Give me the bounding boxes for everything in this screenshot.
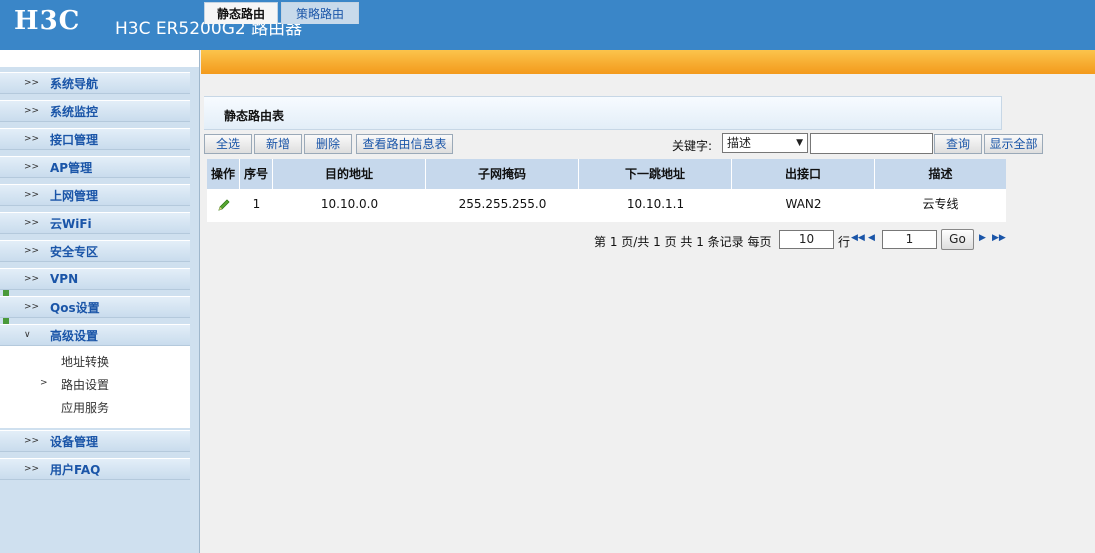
expand-arrow-icon: >> bbox=[24, 436, 40, 446]
expand-arrow-icon: >> bbox=[24, 162, 40, 172]
expand-arrow-icon: >> bbox=[24, 274, 40, 284]
sidebar-item-label: Qos设置 bbox=[50, 300, 100, 315]
add-button[interactable]: 新增 bbox=[254, 134, 302, 154]
keyword-label: 关键字: bbox=[672, 139, 713, 153]
sidebar-item-label: AP管理 bbox=[50, 160, 93, 175]
table-header: 下一跳地址 bbox=[579, 159, 732, 189]
table-header: 操作 bbox=[207, 159, 240, 189]
next-page-icon[interactable]: ▶ bbox=[979, 233, 986, 243]
collapse-arrow-icon: ∨ bbox=[24, 330, 31, 340]
sidebar-item-label: 高级设置 bbox=[50, 328, 99, 343]
sidebar-item-cloud-wifi[interactable]: >> 云WiFi bbox=[0, 212, 190, 234]
pencil-edit-icon[interactable] bbox=[217, 198, 231, 212]
show-all-button[interactable]: 显示全部 bbox=[984, 134, 1043, 154]
next-hop: 10.10.1.1 bbox=[626, 197, 685, 211]
sidebar-subitem-route[interactable]: 路由设置 bbox=[61, 376, 109, 393]
current-item-arrow-icon: > bbox=[40, 378, 48, 388]
expand-arrow-icon: >> bbox=[24, 246, 40, 256]
page-number-input[interactable]: 1 bbox=[882, 230, 937, 249]
keyword-input[interactable] bbox=[810, 133, 933, 154]
table-header: 序号 bbox=[240, 159, 273, 189]
sidebar-item-qos[interactable]: >> Qos设置 bbox=[0, 296, 190, 318]
sidebar-item-label: 用户FAQ bbox=[50, 462, 101, 477]
expand-arrow-icon: >> bbox=[24, 106, 40, 116]
tab-policy-route[interactable]: 策略路由 bbox=[281, 2, 359, 24]
table-header: 出接口 bbox=[732, 159, 875, 189]
tab-bar bbox=[201, 50, 1095, 74]
sidebar-item-ap[interactable]: >> AP管理 bbox=[0, 156, 190, 178]
out-interface: WAN2 bbox=[785, 197, 822, 211]
sidebar-subitem-app-service[interactable]: 应用服务 bbox=[61, 399, 109, 416]
sidebar-item-system-monitor[interactable]: >> 系统监控 bbox=[0, 100, 190, 122]
table-row: 1 10.10.0.0 255.255.255.0 10.10.1.1 WAN2… bbox=[207, 189, 1006, 222]
sidebar-item-interface[interactable]: >> 接口管理 bbox=[0, 128, 190, 150]
rows-unit-label: 行 bbox=[838, 235, 851, 249]
last-page-icon[interactable]: ▶▶ bbox=[992, 233, 1006, 243]
select-all-button[interactable]: 全选 bbox=[204, 134, 252, 154]
sidebar-item-label: 系统监控 bbox=[50, 104, 99, 119]
first-page-icon[interactable]: ◀◀ bbox=[851, 233, 865, 243]
tab-static-route[interactable]: 静态路由 bbox=[204, 2, 278, 24]
table-header-row: 操作 序号 目的地址 子网掩码 下一跳地址 出接口 描述 bbox=[207, 159, 1006, 189]
dest-address: 10.10.0.0 bbox=[320, 197, 379, 211]
panel-title-bar: 静态路由表 bbox=[204, 96, 1002, 130]
sidebar-item-label: 云WiFi bbox=[50, 216, 92, 231]
expand-arrow-icon: >> bbox=[24, 464, 40, 474]
sidebar-item-label: 上网管理 bbox=[50, 188, 99, 203]
sidebar-item-label: 设备管理 bbox=[50, 434, 99, 449]
expand-arrow-icon: >> bbox=[24, 134, 40, 144]
route-description: 云专线 bbox=[922, 197, 959, 211]
edit-cell bbox=[207, 189, 240, 222]
prev-page-icon[interactable]: ◀ bbox=[868, 233, 875, 243]
table-header: 目的地址 bbox=[273, 159, 426, 189]
subnet-mask: 255.255.255.0 bbox=[458, 197, 547, 211]
expand-arrow-icon: >> bbox=[24, 218, 40, 228]
go-button[interactable]: Go bbox=[941, 229, 974, 250]
expand-arrow-icon: >> bbox=[24, 302, 40, 312]
search-button[interactable]: 查询 bbox=[934, 134, 982, 154]
sidebar-item-system-nav[interactable]: >> 系统导航 bbox=[0, 72, 190, 94]
per-page-input[interactable]: 10 bbox=[779, 230, 834, 249]
table-header: 子网掩码 bbox=[426, 159, 579, 189]
panel-title: 静态路由表 bbox=[224, 109, 285, 123]
sidebar-item-label: 安全专区 bbox=[50, 244, 99, 259]
keyword-select-value: 描述 bbox=[727, 136, 752, 150]
view-route-info-button[interactable]: 查看路由信息表 bbox=[356, 134, 453, 154]
expand-arrow-icon: >> bbox=[24, 78, 40, 88]
sidebar-item-security[interactable]: >> 安全专区 bbox=[0, 240, 190, 262]
sidebar-top-strip bbox=[0, 50, 199, 67]
h3c-logo: H3C bbox=[14, 6, 81, 36]
delete-button[interactable]: 删除 bbox=[304, 134, 352, 154]
sidebar-item-advanced[interactable]: ∨ 高级设置 bbox=[0, 324, 190, 346]
app-header: H3C H3C ER5200G2 路由器 bbox=[0, 0, 1095, 50]
pager-summary: 第 1 页/共 1 页 共 1 条记录 每页 bbox=[594, 235, 772, 249]
sidebar-item-faq[interactable]: >> 用户FAQ bbox=[0, 458, 190, 480]
sidebar-item-label: 接口管理 bbox=[50, 132, 99, 147]
sidebar-item-vpn[interactable]: >> VPN bbox=[0, 268, 190, 290]
keyword-select[interactable]: 描述 ▼ bbox=[722, 133, 808, 153]
sidebar-item-label: VPN bbox=[50, 272, 79, 286]
sidebar-subitem-nat[interactable]: 地址转换 bbox=[61, 353, 109, 370]
expand-arrow-icon: >> bbox=[24, 190, 40, 200]
table-header: 描述 bbox=[928, 167, 953, 181]
row-index: 1 bbox=[252, 197, 261, 211]
sidebar-item-label: 系统导航 bbox=[50, 76, 99, 91]
dropdown-caret-icon: ▼ bbox=[796, 138, 803, 148]
sidebar-item-internet[interactable]: >> 上网管理 bbox=[0, 184, 190, 206]
sidebar-item-device[interactable]: >> 设备管理 bbox=[0, 430, 190, 452]
